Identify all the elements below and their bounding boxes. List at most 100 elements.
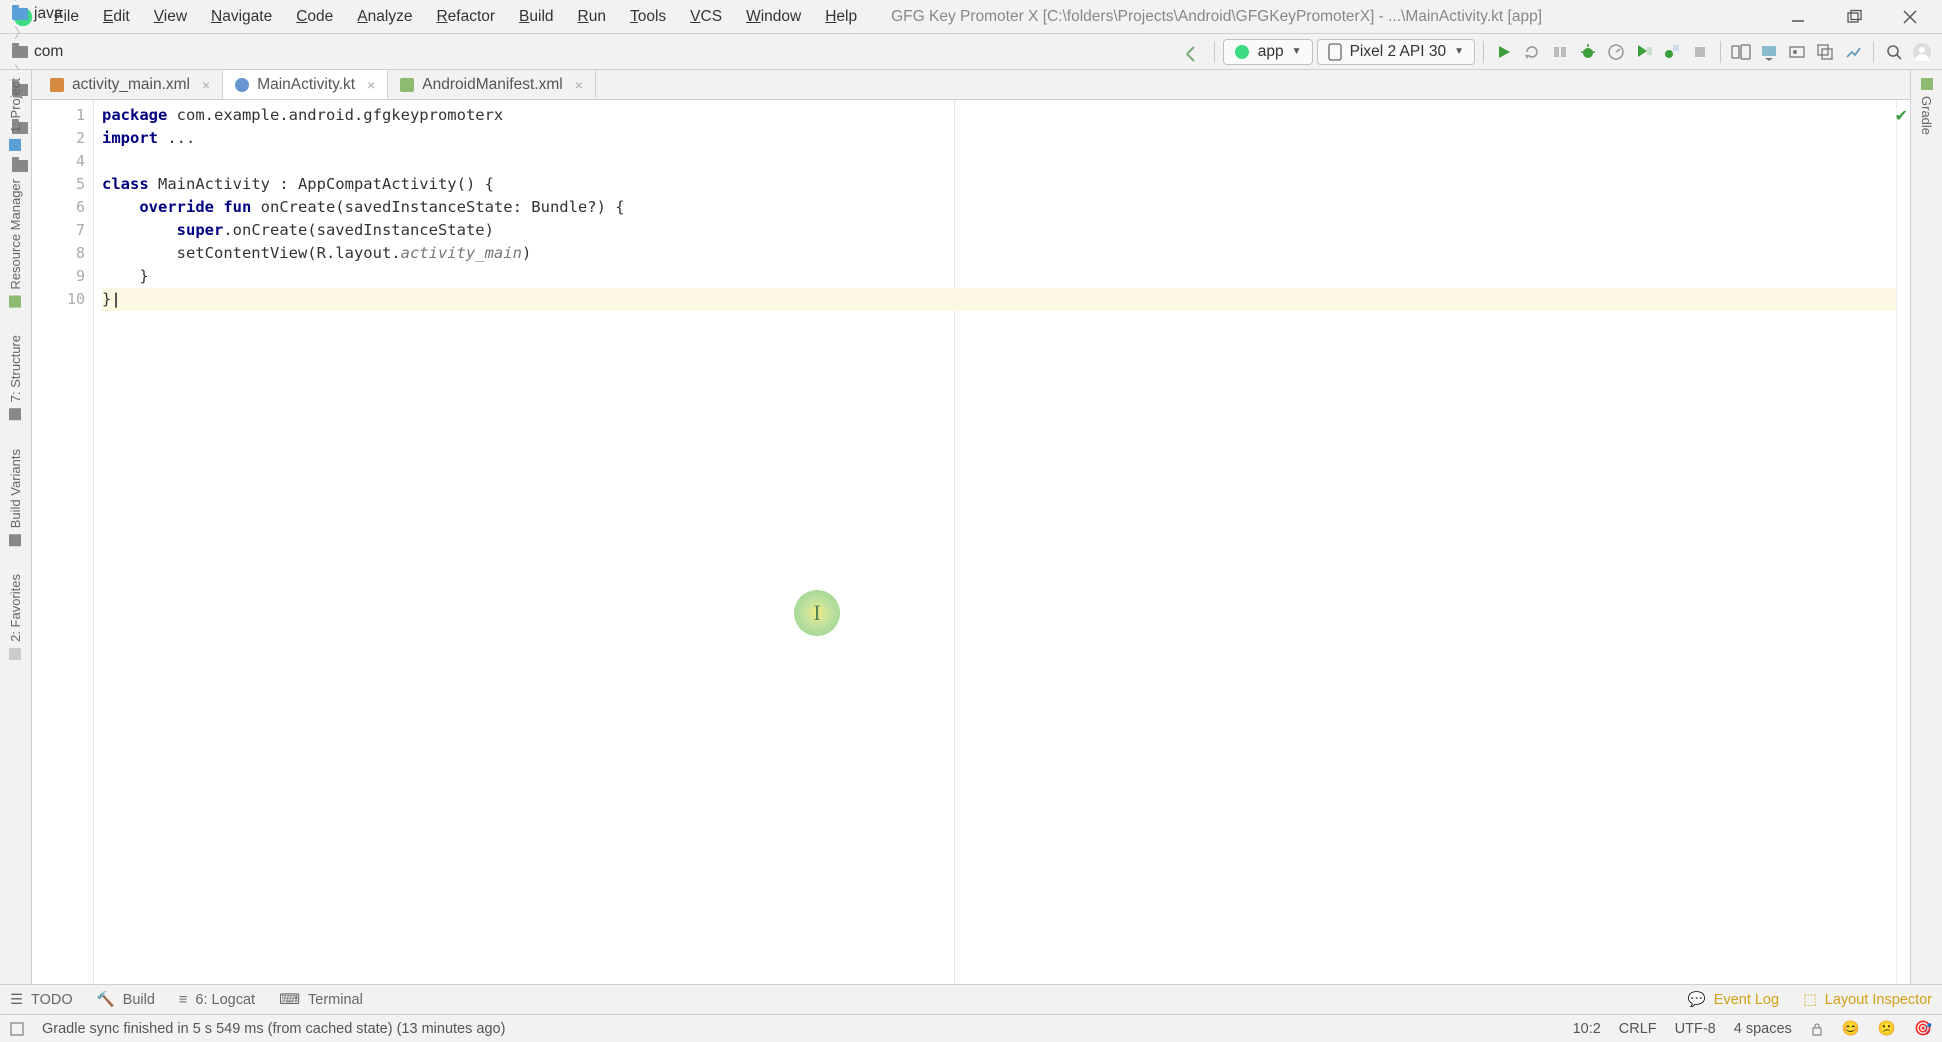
toolbar-separator [1214, 41, 1215, 63]
toolbar-separator [1720, 41, 1721, 63]
run-coverage-icon[interactable] [1632, 40, 1656, 64]
tool-window-logcat[interactable]: ≡6: Logcat [179, 992, 255, 1008]
breadcrumb-item[interactable]: com [12, 43, 153, 61]
gutter[interactable]: 1245678910 [32, 100, 94, 984]
line-number[interactable]: 4 [32, 150, 93, 173]
layout-inspector-icon[interactable] [1813, 40, 1837, 64]
navigation-toolbar: app〉src〉main〉java〉com〉example〉android〉gf… [0, 34, 1942, 70]
tool-window-layout-inspector[interactable]: ⬚Layout Inspector [1803, 992, 1932, 1008]
code-line[interactable]: package com.example.android.gfgkeypromot… [102, 104, 1896, 127]
toolbar-separator [1873, 41, 1874, 63]
file-encoding[interactable]: UTF-8 [1675, 1021, 1716, 1037]
file-type-icon [50, 78, 64, 92]
code-area[interactable]: I package com.example.android.gfgkeyprom… [94, 100, 1896, 984]
emoji-target-icon[interactable]: 🎯 [1914, 1020, 1932, 1037]
line-number[interactable]: 6 [32, 196, 93, 219]
tool-window-todo[interactable]: ☰TODO [10, 992, 73, 1008]
tool-window-resource-manager[interactable]: Resource Manager [8, 179, 23, 308]
device-selector[interactable]: Pixel 2 API 30 ▼ [1317, 39, 1475, 65]
editor-tab-label: activity_main.xml [72, 76, 190, 94]
menu-help[interactable]: Help [815, 6, 867, 28]
tool-window-project[interactable]: 1: Project [8, 78, 23, 151]
close-tab-icon[interactable]: × [367, 77, 375, 93]
editor-tab[interactable]: MainActivity.kt× [223, 70, 388, 99]
sdk-manager-icon[interactable] [1757, 40, 1781, 64]
readonly-lock-icon[interactable] [1810, 1022, 1824, 1036]
close-tab-icon[interactable]: × [575, 77, 583, 93]
window-minimize-button[interactable] [1786, 5, 1810, 29]
indent-setting[interactable]: 4 spaces [1734, 1021, 1792, 1037]
user-avatar-icon[interactable] [1910, 40, 1934, 64]
run-button[interactable] [1492, 40, 1516, 64]
editor-area: activity_main.xml×MainActivity.kt×Androi… [32, 70, 1910, 984]
marker-bar[interactable]: ✔ [1896, 100, 1910, 984]
menu-navigate[interactable]: Navigate [201, 6, 282, 28]
tool-window-structure[interactable]: 7: Structure [8, 335, 23, 420]
window-title: GFG Key Promoter X [C:\folders\Projects\… [891, 8, 1542, 26]
code-line[interactable]: super.onCreate(savedInstanceState) [102, 219, 1896, 242]
code-line[interactable]: }| [102, 288, 1896, 311]
menu-run[interactable]: Run [568, 6, 616, 28]
emoji-happy-icon[interactable]: 😊 [1842, 1020, 1860, 1037]
line-separator[interactable]: CRLF [1619, 1021, 1657, 1037]
apply-code-changes-icon[interactable] [1548, 40, 1572, 64]
window-close-button[interactable] [1898, 5, 1922, 29]
status-box-icon[interactable] [10, 1022, 24, 1036]
line-number[interactable]: 8 [32, 242, 93, 265]
close-tab-icon[interactable]: × [202, 77, 210, 93]
code-line[interactable]: override fun onCreate(savedInstanceState… [102, 196, 1896, 219]
menu-vcs[interactable]: VCS [680, 6, 732, 28]
sync-project-icon[interactable] [1182, 40, 1206, 64]
menu-window[interactable]: Window [736, 6, 811, 28]
apply-changes-restart-icon[interactable] [1520, 40, 1544, 64]
line-number[interactable]: 7 [32, 219, 93, 242]
breadcrumb-label: java [34, 5, 62, 23]
code-line[interactable]: setContentView(R.layout.activity_main) [102, 242, 1896, 265]
menu-analyze[interactable]: Analyze [347, 6, 422, 28]
breadcrumb-item[interactable]: java [12, 5, 153, 23]
click-highlight-icon: I [794, 590, 840, 636]
resource-manager-icon[interactable] [1785, 40, 1809, 64]
workspace: 1: Project Resource Manager 7: Structure… [0, 70, 1942, 984]
tool-window-build[interactable]: 🔨Build [97, 991, 155, 1008]
code-line[interactable]: } [102, 265, 1896, 288]
phone-icon [1328, 43, 1342, 61]
chevron-down-icon: ▼ [1454, 46, 1464, 57]
line-number[interactable]: 10 [32, 288, 93, 311]
line-number[interactable]: 2 [32, 127, 93, 150]
line-number[interactable]: 5 [32, 173, 93, 196]
attach-debugger-icon[interactable] [1660, 40, 1684, 64]
stop-button[interactable] [1688, 40, 1712, 64]
breadcrumb-separator-icon: 〉 [14, 25, 28, 41]
menu-refactor[interactable]: Refactor [426, 6, 505, 28]
search-everywhere-icon[interactable] [1882, 40, 1906, 64]
debug-button[interactable] [1576, 40, 1600, 64]
editor-tab[interactable]: activity_main.xml × [38, 70, 223, 99]
tool-window-event-log[interactable]: 💬Event Log [1688, 991, 1779, 1008]
editor-tabs: activity_main.xml×MainActivity.kt×Androi… [32, 70, 1910, 100]
line-number[interactable]: 1 [32, 104, 93, 127]
app-quality-icon[interactable] [1841, 40, 1865, 64]
tool-window-build-variants[interactable]: Build Variants [8, 449, 23, 546]
analysis-ok-icon: ✔ [1895, 106, 1908, 126]
run-configuration-selector[interactable]: app ▼ [1223, 39, 1313, 65]
caret-position[interactable]: 10:2 [1573, 1021, 1601, 1037]
emoji-sad-icon[interactable]: 😕 [1878, 1020, 1896, 1037]
avd-manager-icon[interactable] [1729, 40, 1753, 64]
code-line[interactable] [102, 150, 1896, 173]
tool-window-gradle[interactable]: Gradle [1919, 78, 1934, 135]
editor-tab[interactable]: AndroidManifest.xml × [388, 70, 596, 99]
profile-button[interactable] [1604, 40, 1628, 64]
window-maximize-button[interactable] [1842, 5, 1866, 29]
tool-window-terminal[interactable]: ⌨Terminal [279, 992, 363, 1008]
code-line[interactable]: class MainActivity : AppCompatActivity()… [102, 173, 1896, 196]
breadcrumb-separator-icon: 〉 [14, 0, 28, 3]
menu-code[interactable]: Code [286, 6, 343, 28]
code-line[interactable]: import ... [102, 127, 1896, 150]
line-number[interactable]: 9 [32, 265, 93, 288]
menu-tools[interactable]: Tools [620, 6, 676, 28]
tool-window-favorites[interactable]: 2: Favorites [8, 574, 23, 660]
editor-tab-label: AndroidManifest.xml [422, 76, 562, 94]
menu-bar: File Edit View Navigate Code Analyze Ref… [0, 0, 1942, 34]
menu-build[interactable]: Build [509, 6, 563, 28]
